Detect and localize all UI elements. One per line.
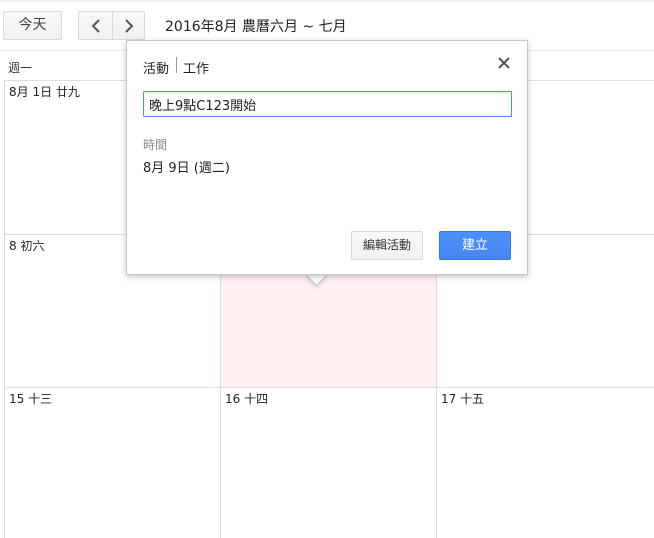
date-range-title: 2016年8月 農曆六月 ~ 七月 xyxy=(165,19,347,35)
next-button[interactable] xyxy=(112,12,145,39)
event-title-input[interactable] xyxy=(143,91,512,117)
time-value: 8月 9日 (週二) xyxy=(143,161,230,176)
quick-event-popup: 活動 工作 時間 8月 9日 (週二) 編輯活動 建立 xyxy=(126,40,528,275)
tab-task[interactable]: 工作 xyxy=(183,58,209,77)
day-cell-label[interactable]: 8 初六 xyxy=(9,237,44,254)
nav-button-group xyxy=(78,11,145,40)
time-label: 時間 xyxy=(143,138,168,152)
prev-button[interactable] xyxy=(79,12,113,39)
day-cell-label[interactable]: 16 十四 xyxy=(225,390,268,407)
day-cell-label[interactable]: 8月 1日 廿九 xyxy=(9,83,80,100)
chevron-left-icon xyxy=(91,18,100,33)
day-cell-label[interactable]: 17 十五 xyxy=(441,390,484,407)
today-button[interactable]: 今天 xyxy=(3,11,62,40)
tab-divider xyxy=(176,57,177,73)
close-button[interactable] xyxy=(494,53,514,73)
chevron-right-icon xyxy=(124,18,133,33)
close-icon xyxy=(498,57,510,69)
day-of-week-header: 週一 xyxy=(8,61,33,75)
tab-event[interactable]: 活動 xyxy=(143,58,169,77)
day-cell-label[interactable]: 15 十三 xyxy=(9,390,52,407)
edit-event-button[interactable]: 編輯活動 xyxy=(351,231,423,260)
top-border xyxy=(0,0,654,2)
create-button[interactable]: 建立 xyxy=(439,231,511,260)
